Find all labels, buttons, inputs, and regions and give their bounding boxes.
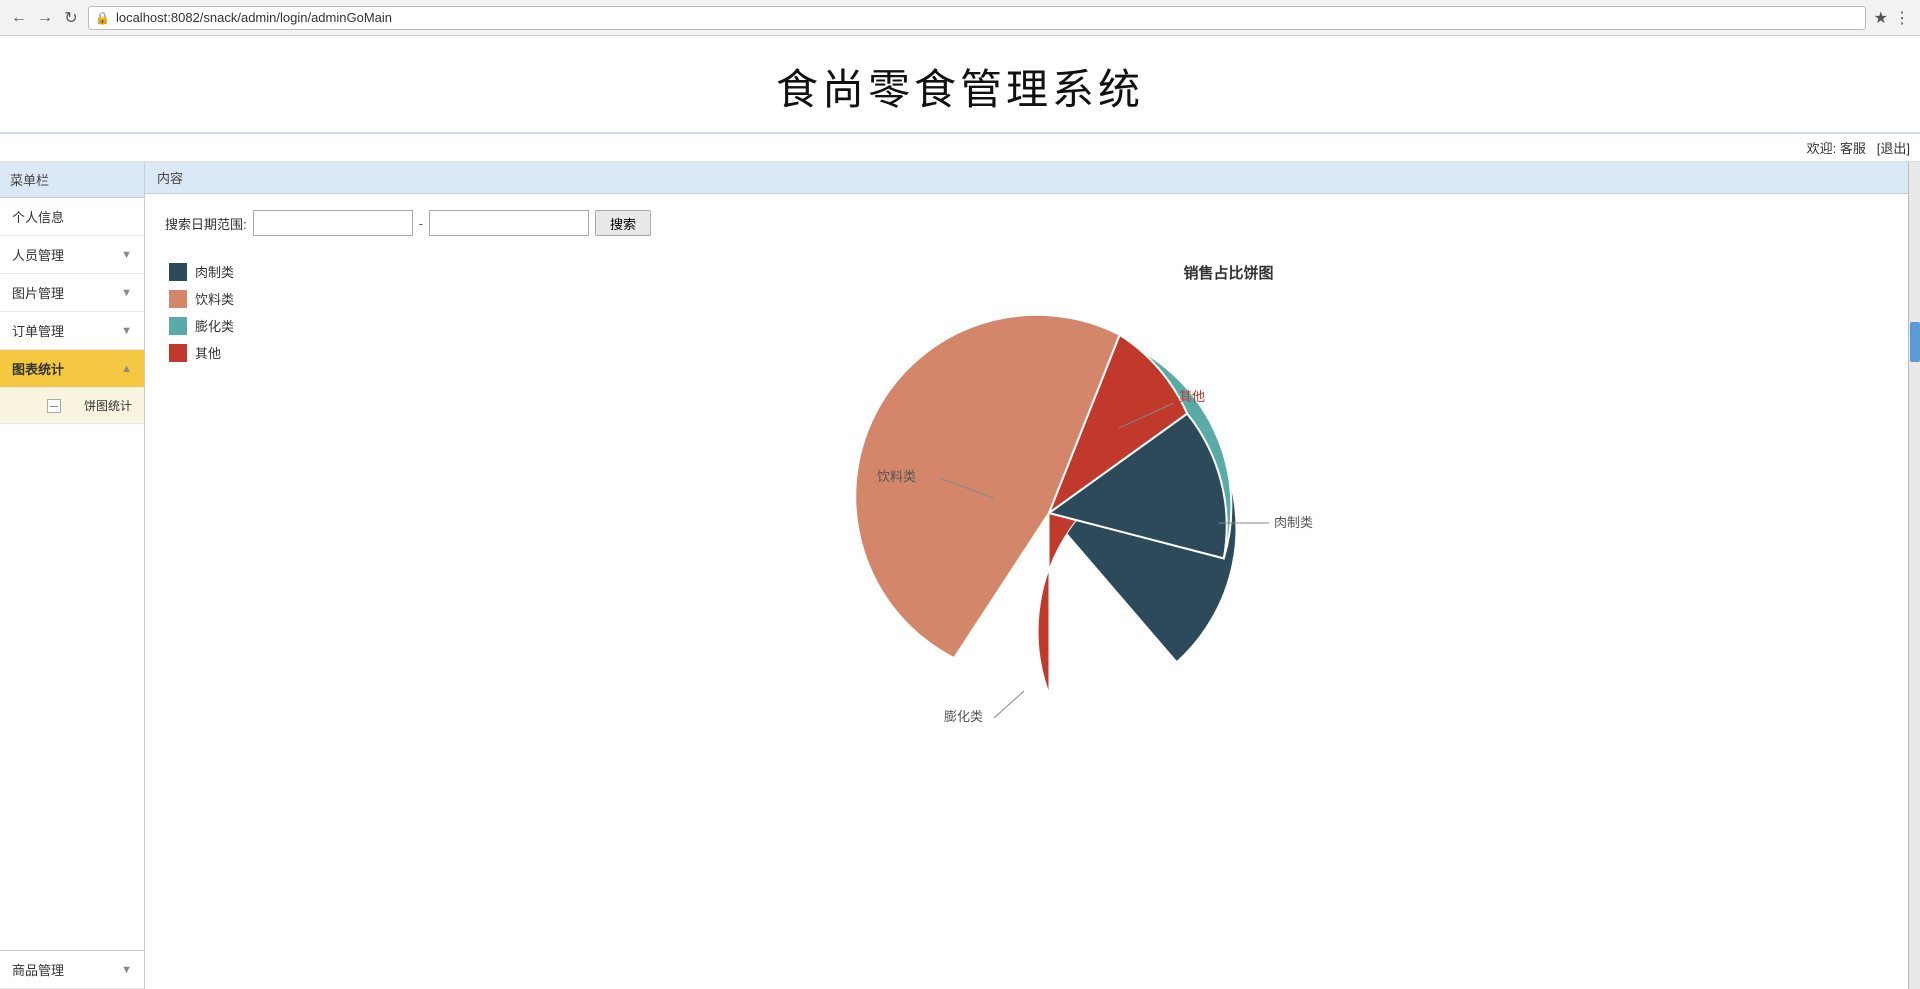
right-scrollbar[interactable]: [1908, 162, 1920, 989]
puffed-label: 膨化类: [944, 709, 983, 723]
other-label: 其他: [1179, 389, 1205, 404]
sidebar-item-orders[interactable]: 订单管理 ▼: [0, 312, 144, 350]
sidebar-item-personal[interactable]: 个人信息: [0, 198, 144, 236]
search-end-input[interactable]: [429, 210, 589, 236]
sidebar-label-products: 商品管理: [12, 960, 64, 979]
refresh-button[interactable]: ↻: [62, 9, 80, 27]
chart-section: 肉制类 饮料类 膨化类 其他: [165, 252, 1888, 703]
menu-icon[interactable]: ⋮: [1894, 8, 1910, 28]
search-label: 搜索日期范围:: [165, 214, 247, 233]
browser-actions: ★ ⋮: [1874, 8, 1910, 28]
search-bar: 搜索日期范围: - 搜索: [165, 210, 1888, 236]
sidebar-item-users[interactable]: 人员管理 ▼: [0, 236, 144, 274]
url-text: localhost:8082/snack/admin/login/adminGo…: [116, 10, 392, 25]
sidebar-item-products[interactable]: 商品管理 ▼: [0, 951, 144, 989]
page-header: 食尚零食管理系统: [0, 36, 1920, 134]
legend-label-puffed: 膨化类: [195, 316, 234, 335]
puffed-label-line: [994, 691, 1024, 718]
sidebar-label-pie: 饼图统计: [84, 397, 132, 414]
meat-label: 肉制类: [1274, 515, 1313, 530]
welcome-text: 欢迎:: [1807, 141, 1837, 156]
sidebar-label-personal: 个人信息: [12, 207, 64, 226]
sidebar-label-orders: 订单管理: [12, 321, 64, 340]
chart-container: 销售占比饼图: [269, 262, 1888, 703]
search-separator: -: [419, 216, 423, 231]
chart-legend: 肉制类 饮料类 膨化类 其他: [169, 262, 269, 362]
bookmark-icon[interactable]: ★: [1874, 8, 1888, 28]
content-area: 内容 搜索日期范围: - 搜索 肉制类: [145, 162, 1908, 989]
content-body: 搜索日期范围: - 搜索 肉制类 饮料类: [145, 194, 1908, 719]
drink-label: 饮料类: [877, 469, 916, 484]
sidebar-items-bottom: 商品管理 ▼: [0, 950, 144, 989]
legend-item-meat: 肉制类: [169, 262, 269, 281]
sidebar-item-pie[interactable]: 饼图统计: [0, 388, 144, 424]
legend-color-other: [169, 344, 187, 362]
sidebar-label-charts: 图表统计: [12, 359, 64, 378]
sidebar-item-images[interactable]: 图片管理 ▼: [0, 274, 144, 312]
sidebar-container: 菜单栏 个人信息 人员管理 ▼ 图片管理 ▼ 订单管理 ▼ 图表统计: [0, 162, 144, 989]
content-header: 内容: [145, 162, 1908, 194]
legend-item-puffed: 膨化类: [169, 316, 269, 335]
welcome-bar: 欢迎: 客服 [退出]: [0, 134, 1920, 162]
sub-item-icon: [47, 399, 61, 413]
sidebar-section-title: 菜单栏: [0, 162, 144, 198]
address-bar[interactable]: 🔒 localhost:8082/snack/admin/login/admin…: [88, 6, 1866, 30]
pie-chart-main: .slice-label { font-size: 13px; fill: #5…: [729, 303, 1429, 723]
legend-color-puffed: [169, 317, 187, 335]
legend-item-drink: 饮料类: [169, 289, 269, 308]
sidebar: 菜单栏 个人信息 人员管理 ▼ 图片管理 ▼ 订单管理 ▼ 图表统计: [0, 162, 145, 989]
chevron-icon-orders: ▼: [121, 325, 132, 337]
sidebar-item-charts[interactable]: 图表统计 ▲: [0, 350, 144, 388]
back-button[interactable]: ←: [10, 9, 28, 27]
chevron-icon-charts: ▲: [121, 363, 132, 375]
sidebar-label-images: 图片管理: [12, 283, 64, 302]
chevron-icon-images: ▼: [121, 287, 132, 299]
sidebar-label-users: 人员管理: [12, 245, 64, 264]
page-title: 食尚零食管理系统: [0, 56, 1920, 117]
legend-color-drink: [169, 290, 187, 308]
chart-wrapper: .slice-label { font-size: 13px; fill: #5…: [779, 303, 1379, 703]
welcome-user: 客服: [1840, 141, 1866, 156]
scrollbar-thumb: [1910, 322, 1920, 362]
legend-label-drink: 饮料类: [195, 289, 234, 308]
browser-bar: ← → ↻ 🔒 localhost:8082/snack/admin/login…: [0, 0, 1920, 36]
forward-button[interactable]: →: [36, 9, 54, 27]
sidebar-items-top: 菜单栏 个人信息 人员管理 ▼ 图片管理 ▼ 订单管理 ▼ 图表统计: [0, 162, 144, 950]
legend-label-meat: 肉制类: [195, 262, 234, 281]
chart-title: 销售占比饼图: [1183, 262, 1273, 283]
legend-item-other: 其他: [169, 343, 269, 362]
search-start-input[interactable]: [253, 210, 413, 236]
main-layout: 菜单栏 个人信息 人员管理 ▼ 图片管理 ▼ 订单管理 ▼ 图表统计: [0, 162, 1920, 989]
legend-color-meat: [169, 263, 187, 281]
chevron-icon-products: ▼: [121, 964, 132, 976]
lock-icon: 🔒: [95, 11, 110, 25]
legend-label-other: 其他: [195, 343, 221, 362]
search-button[interactable]: 搜索: [595, 210, 651, 236]
chevron-icon-users: ▼: [121, 249, 132, 261]
logout-link[interactable]: [退出]: [1877, 141, 1910, 156]
